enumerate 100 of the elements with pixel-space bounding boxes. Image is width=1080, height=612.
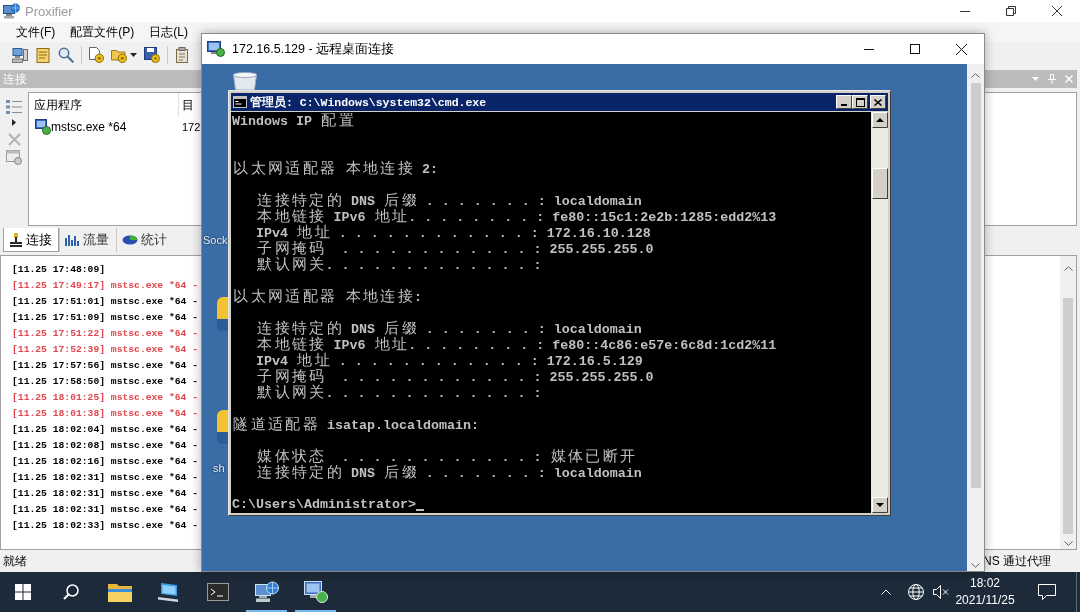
floppy-gear-icon[interactable] [144, 47, 160, 63]
console-line: IPv4 地址 . . . . . . . . . . . . : 172.16.10.128 [256, 225, 651, 241]
bar-chart-icon [65, 234, 80, 246]
clipboard-icon[interactable] [174, 47, 190, 63]
down-arrow-icon[interactable] [871, 497, 888, 513]
log-entry: [11.25 18:02:04] mstsc.exe *64 - [12, 423, 199, 437]
log-entry: [11.25 17:51:01] mstsc.exe *64 - [12, 295, 199, 309]
log-entry: [11.25 18:02:31] mstsc.exe *64 - [12, 471, 199, 485]
scrollbar-thumb[interactable] [1063, 298, 1073, 534]
log-entry: [11.25 17:52:39] mstsc.exe *64 - [12, 343, 199, 357]
close-icon[interactable] [1052, 6, 1062, 16]
globe-computer-icon[interactable] [254, 581, 279, 603]
speech-bubble-icon[interactable] [1038, 584, 1056, 600]
scrollbar[interactable] [1060, 256, 1076, 549]
icon-label[interactable]: Sock [203, 234, 228, 247]
close-icon [874, 98, 882, 106]
table-cell-text: 172 [181, 121, 201, 133]
window-title: 172.16.5.129 - 远程桌面连接 [232, 40, 395, 58]
folder-icon[interactable] [107, 582, 132, 602]
monitor-icon[interactable] [303, 581, 328, 603]
tab[interactable]: 统计 [116, 228, 174, 252]
log-entry: [11.25 17:51:22] mstsc.exe *64 - [12, 327, 199, 341]
console-line: 默认网关. . . . . . . . . . . . . : [256, 257, 542, 273]
window-title: 管理员: C:\Windows\system32\cmd.exe [250, 94, 487, 110]
connector-icon [9, 232, 23, 247]
console-line: IPv4 地址 . . . . . . . . . . . . : 172.16.5.129 [256, 353, 643, 369]
console-line: 以太网适配器 本地连接 2: [232, 161, 438, 177]
clock-time[interactable]: 18:02 [970, 575, 1000, 592]
document-gear-icon[interactable] [88, 47, 104, 63]
maximize-icon[interactable] [910, 44, 920, 54]
console-line: 子网掩码 . . . . . . . . . . . . : 255.255.255.0 [256, 369, 654, 385]
computer-icon[interactable] [12, 47, 28, 63]
console-line: Windows IP 配置 [232, 113, 355, 129]
start-icon[interactable] [15, 584, 31, 600]
notepad-icon[interactable] [35, 47, 51, 63]
scrollbar-thumb[interactable] [871, 168, 888, 199]
log-entry: [11.25 17:57:56] mstsc.exe *64 - [12, 359, 199, 373]
minimize-button[interactable] [836, 95, 852, 109]
console-line: 媒体状态 . . . . . . . . . . . . : 媒体已断开 [256, 449, 637, 465]
console-line: 隧道适配器 isatap.localdomain: [232, 417, 479, 433]
maximize-button[interactable] [852, 95, 868, 109]
minimize-icon [841, 104, 847, 106]
clock-date[interactable]: 2021/11/25 [955, 592, 1015, 609]
up-arrow-icon[interactable] [871, 112, 888, 128]
search-icon[interactable] [62, 584, 79, 600]
app-icon[interactable] [217, 410, 228, 444]
log-entry: [11.25 18:02:08] mstsc.exe *64 - [12, 439, 199, 453]
menu-item[interactable]: 配置文件(P) [63, 23, 142, 41]
console-line: 子网掩码 . . . . . . . . . . . . : 255.255.255.0 [256, 241, 654, 257]
speaker-muted-icon[interactable] [933, 585, 949, 599]
menu-item[interactable]: 文件(F) [9, 23, 63, 41]
console-line: 连接特定的 DNS 后缀 . . . . . . . : localdomain [256, 193, 642, 209]
pie-chart-icon [122, 235, 138, 245]
list-view-icon[interactable] [6, 100, 22, 114]
globe-icon[interactable] [908, 584, 924, 600]
close-button[interactable] [870, 95, 886, 109]
log-entry: [11.25 17:49:17] mstsc.exe *64 - [12, 279, 199, 293]
minimize-icon[interactable] [864, 48, 874, 50]
cursor-icon [415, 509, 424, 511]
minimize-icon[interactable] [960, 10, 970, 12]
console-line: 以太网适配器 本地连接: [232, 289, 422, 305]
terminal-icon[interactable] [206, 583, 229, 601]
caret-icon[interactable] [130, 53, 137, 57]
console-line: 连接特定的 DNS 后缀 . . . . . . . : localdomain [256, 321, 642, 337]
window-icon[interactable] [6, 150, 22, 165]
close-icon[interactable] [955, 43, 967, 55]
log-entry: [11.25 18:01:25] mstsc.exe *64 - [12, 391, 199, 405]
scrollbar[interactable] [871, 112, 888, 513]
log-entry: [11.25 17:58:50] mstsc.exe *64 - [12, 375, 199, 389]
panel-title: 连接 [3, 70, 27, 88]
triangle-icon[interactable] [12, 119, 16, 126]
console-line: 本地链接 IPv6 地址. . . . . . . . : fe80::15c1:2e2b:1285:edd2%13 [256, 209, 777, 225]
app-icon[interactable] [217, 297, 228, 331]
maximize-icon [855, 97, 865, 107]
globe-computer-icon [3, 3, 20, 19]
magnifier-icon[interactable] [58, 47, 74, 63]
log-entry: [11.25 18:01:38] mstsc.exe *64 - [12, 407, 199, 421]
log-entry: [11.25 18:02:16] mstsc.exe *64 - [12, 455, 199, 469]
status-text: 就绪 [3, 552, 27, 570]
tab[interactable]: 连接 [3, 228, 59, 252]
scrollbar-thumb[interactable] [970, 83, 981, 488]
window-title: Proxifier [25, 3, 73, 19]
menu-item[interactable]: 日志(L) [142, 23, 195, 41]
log-entry: [11.25 18:02:31] mstsc.exe *64 - [12, 503, 199, 517]
tab[interactable]: 流量 [59, 228, 116, 252]
restore-icon[interactable] [1006, 6, 1016, 16]
console-line: 默认网关. . . . . . . . . . . . . : [256, 385, 542, 401]
monitor-icon [207, 41, 225, 57]
icon-label[interactable]: sh [213, 462, 225, 475]
log-entry: [11.25 18:02:31] mstsc.exe *64 - [12, 487, 199, 501]
caret-up-icon[interactable] [881, 589, 891, 595]
scrollbar[interactable] [967, 64, 984, 571]
bin-icon[interactable] [232, 72, 258, 90]
column-header[interactable]: 目 [179, 93, 195, 117]
log-entry: [11.25 18:02:33] mstsc.exe *64 - [12, 519, 199, 533]
monitor-icon [35, 119, 51, 135]
console-line: 本地链接 IPv6 地址. . . . . . . . : fe80::4c86:e57e:6c8d:1cd2%11 [256, 337, 777, 353]
folder-gear-icon[interactable] [111, 47, 127, 63]
laptop-icon[interactable] [157, 582, 180, 602]
column-header[interactable]: 应用程序 [29, 93, 179, 117]
